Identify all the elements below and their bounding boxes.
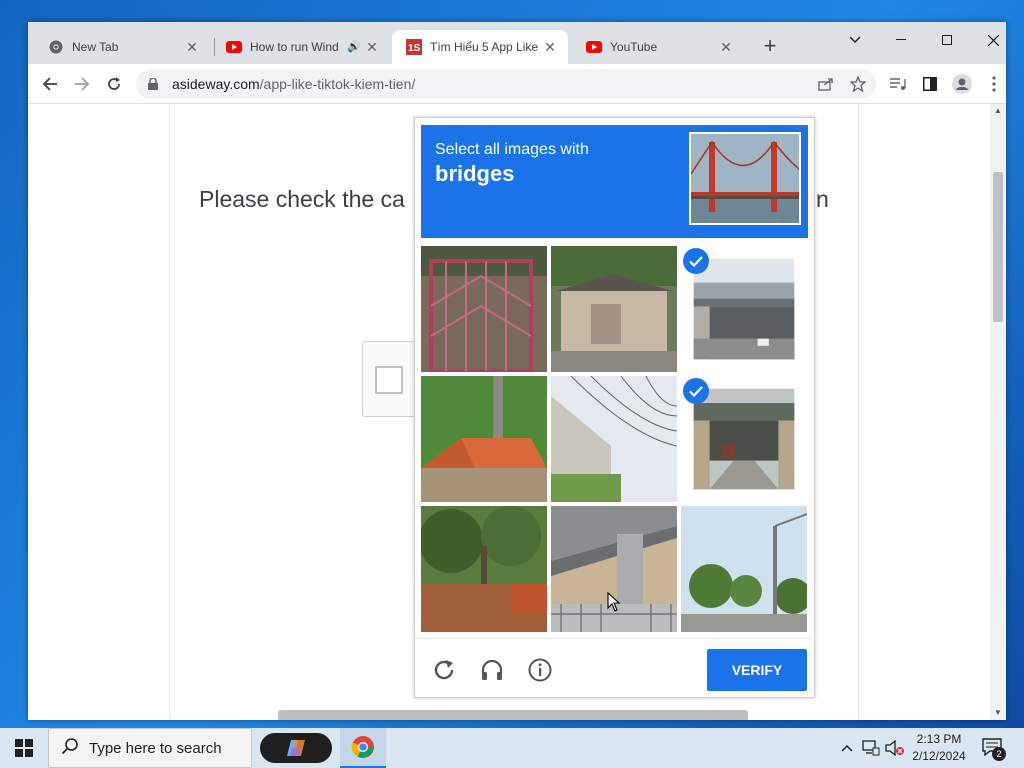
image-tile[interactable] — [421, 376, 547, 502]
tab-new-tab[interactable]: New Tab ✕ — [34, 30, 210, 64]
chrome-icon — [48, 39, 64, 55]
image-tile-selected[interactable] — [681, 376, 807, 502]
wires-image — [551, 376, 677, 502]
share-icon[interactable] — [812, 70, 840, 98]
chrome-taskbar-button[interactable] — [340, 728, 386, 768]
close-icon[interactable]: ✕ — [364, 39, 380, 55]
gate-image — [421, 246, 547, 372]
toolbar: asideway.com/app-like-tiktok-kiem-tien/ — [28, 64, 1006, 104]
copilot-button[interactable] — [260, 733, 332, 763]
image-tile[interactable] — [421, 506, 547, 632]
info-icon[interactable] — [527, 657, 553, 683]
chevron-up-icon[interactable] — [838, 728, 856, 768]
tab-search-icon[interactable] — [832, 26, 878, 54]
tab-title: Tìm Hiểu 5 App Like — [430, 40, 539, 54]
recaptcha-checkbox[interactable] — [375, 366, 403, 394]
page-message-end: n — [816, 186, 829, 212]
profile-avatar-icon[interactable] — [948, 70, 976, 98]
captcha-header: Select all images with bridges — [421, 125, 808, 238]
road-image — [681, 506, 807, 632]
address-bar[interactable]: asideway.com/app-like-tiktok-kiem-tien/ — [136, 69, 876, 99]
sample-bridge-image — [689, 132, 801, 225]
tab-active[interactable]: 1S Tìm Hiểu 5 App Like ✕ — [392, 30, 568, 64]
lock-icon[interactable] — [148, 77, 162, 91]
forward-button[interactable] — [68, 70, 96, 98]
reload-challenge-icon[interactable] — [431, 657, 457, 683]
scroll-thumb[interactable] — [993, 172, 1003, 322]
network-icon[interactable] — [860, 728, 882, 768]
chrome-icon — [351, 736, 374, 758]
mouse-cursor-icon — [607, 591, 621, 617]
scrollbar[interactable]: ▲ ▼ — [990, 104, 1006, 720]
image-tile[interactable] — [421, 246, 547, 372]
speaker-icon[interactable]: 🔊 — [344, 39, 364, 55]
taskbar: Type here to search 2:13 PM 2/12/2024 2 — [0, 728, 1024, 768]
youtube-icon — [226, 39, 242, 55]
image-tile[interactable] — [681, 506, 807, 632]
bridge-image — [693, 388, 795, 490]
windows-icon — [15, 739, 33, 757]
tab-youtube[interactable]: YouTube ✕ — [572, 30, 744, 64]
audio-challenge-icon[interactable] — [479, 657, 505, 683]
verify-button[interactable]: VERIFY — [707, 649, 807, 691]
close-icon[interactable]: ✕ — [542, 39, 558, 55]
trees-image — [421, 506, 547, 632]
roof-image — [421, 376, 547, 502]
close-icon[interactable]: ✕ — [184, 39, 200, 55]
star-icon[interactable] — [844, 70, 872, 98]
side-panel-icon[interactable] — [916, 70, 944, 98]
image-grid — [421, 246, 808, 633]
image-tile[interactable] — [551, 376, 677, 502]
search-icon — [61, 737, 79, 759]
url-host: asideway.com — [172, 76, 260, 92]
clock[interactable]: 2:13 PM 2/12/2024 — [900, 731, 978, 765]
tab-title: How to run Wind — [250, 40, 339, 54]
clock-time: 2:13 PM — [916, 732, 962, 746]
image-tile[interactable] — [551, 246, 677, 372]
tab-title: YouTube — [610, 40, 658, 54]
site-1s-icon: 1S — [406, 39, 422, 55]
search-placeholder: Type here to search — [89, 739, 222, 757]
copilot-icon — [287, 740, 305, 756]
footer-text-obscured — [278, 710, 748, 720]
close-window-button[interactable] — [970, 26, 1006, 54]
tab-title: New Tab — [72, 40, 119, 54]
tab-strip: New Tab ✕ How to run Wind 🔊 ✕ 1S Tìm Hiể… — [28, 22, 1006, 64]
browser-window: New Tab ✕ How to run Wind 🔊 ✕ 1S Tìm Hiể… — [28, 22, 1006, 720]
clock-date: 2/12/2024 — [912, 749, 966, 763]
house-image — [551, 246, 677, 372]
page-message: Please check the ca — [199, 186, 405, 212]
reload-button[interactable] — [100, 70, 128, 98]
tab-how-to-run[interactable]: How to run Wind 🔊 ✕ — [212, 30, 390, 64]
menu-icon[interactable] — [980, 70, 1006, 98]
check-icon — [683, 248, 709, 274]
scroll-down-icon[interactable]: ▼ — [990, 706, 1006, 720]
notification-count: 2 — [992, 747, 1006, 761]
back-button[interactable] — [36, 70, 64, 98]
check-icon — [683, 378, 709, 404]
taskbar-search[interactable]: Type here to search — [48, 728, 252, 768]
maximize-button[interactable] — [924, 26, 970, 54]
minimize-button[interactable] — [878, 26, 924, 54]
captcha-footer: VERIFY — [415, 638, 816, 699]
image-tile-selected[interactable] — [681, 246, 807, 372]
url-path: /app-like-tiktok-kiem-tien/ — [259, 76, 416, 92]
notifications-icon[interactable]: 2 — [982, 738, 1006, 761]
bridge-image — [693, 258, 795, 360]
new-tab-button[interactable]: + — [758, 35, 782, 59]
svg-text:1S: 1S — [408, 43, 421, 54]
close-icon[interactable]: ✕ — [718, 39, 734, 55]
recaptcha-widget — [362, 341, 422, 417]
captcha-target: bridges — [435, 161, 515, 186]
scroll-up-icon[interactable]: ▲ — [990, 104, 1006, 118]
media-control-icon[interactable] — [884, 70, 912, 98]
youtube-icon — [586, 39, 602, 55]
captcha-instruction: Select all images with — [435, 141, 589, 158]
start-button[interactable] — [0, 728, 48, 768]
